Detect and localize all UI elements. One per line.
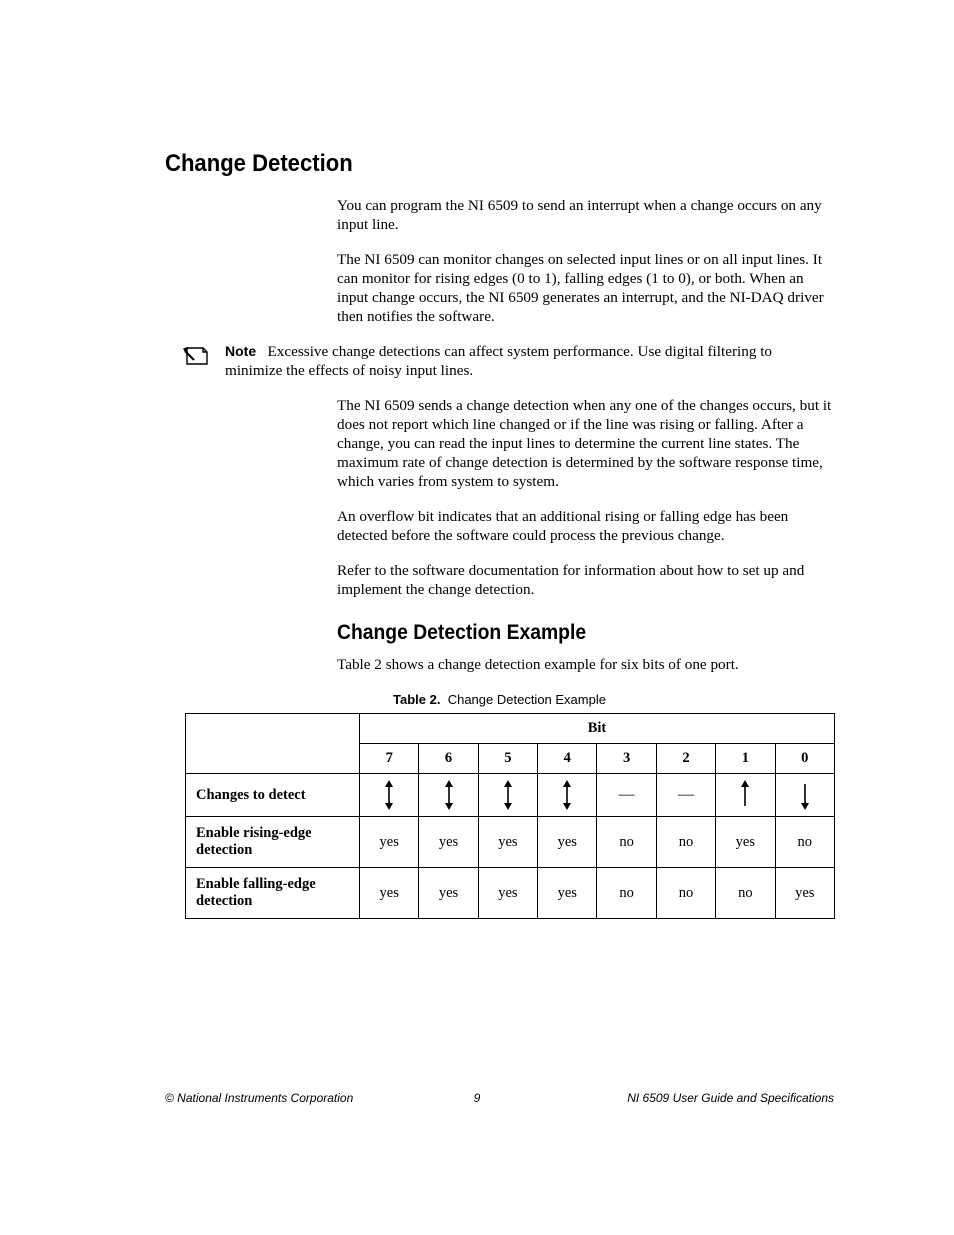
bit-header: 6 bbox=[419, 744, 478, 774]
section-heading: Change Detection bbox=[165, 150, 780, 178]
table-cell bbox=[360, 774, 419, 817]
table-cell: yes bbox=[775, 868, 834, 919]
table-cell: — bbox=[656, 774, 715, 817]
footer-page-number: 9 bbox=[0, 1091, 954, 1105]
table-cell: yes bbox=[478, 868, 537, 919]
table-corner bbox=[186, 714, 360, 774]
subsection-heading: Change Detection Example bbox=[337, 621, 794, 645]
table-cell: no bbox=[775, 817, 834, 868]
table-row: Enable rising-edge detectionyesyesyesyes… bbox=[186, 817, 835, 868]
table-cell: yes bbox=[716, 817, 775, 868]
table-caption: Table 2. Change Detection Example bbox=[165, 692, 834, 707]
table-cell: yes bbox=[360, 868, 419, 919]
table-caption-text: Change Detection Example bbox=[448, 692, 606, 707]
body-paragraph: Refer to the software documentation for … bbox=[337, 561, 837, 599]
body-paragraph: The NI 6509 can monitor changes on selec… bbox=[337, 250, 837, 326]
note-label: Note bbox=[225, 343, 256, 359]
table-cell: no bbox=[656, 868, 715, 919]
body-paragraph: Table 2 shows a change detection example… bbox=[337, 655, 837, 674]
table-cell: no bbox=[656, 817, 715, 868]
table-cell bbox=[775, 774, 834, 817]
row-label: Enable falling-edge detection bbox=[186, 868, 360, 919]
note-icon bbox=[165, 342, 225, 373]
table-cell: yes bbox=[419, 868, 478, 919]
table-row: Enable falling-edge detectionyesyesyesye… bbox=[186, 868, 835, 919]
row-label: Enable rising-edge detection bbox=[186, 817, 360, 868]
table-cell: yes bbox=[478, 817, 537, 868]
change-detection-table: Bit 76543210 Changes to detect——Enable r… bbox=[185, 713, 835, 919]
note-block: Note Excessive change detections can aff… bbox=[165, 342, 834, 380]
bit-header: 3 bbox=[597, 744, 656, 774]
table-cell: yes bbox=[538, 868, 597, 919]
body-paragraph: You can program the NI 6509 to send an i… bbox=[337, 196, 837, 234]
row-label: Changes to detect bbox=[186, 774, 360, 817]
table-cell bbox=[478, 774, 537, 817]
bit-header: 1 bbox=[716, 744, 775, 774]
bit-header: 2 bbox=[656, 744, 715, 774]
table-cell: — bbox=[597, 774, 656, 817]
bit-header: 0 bbox=[775, 744, 834, 774]
body-paragraph: The NI 6509 sends a change detection whe… bbox=[337, 396, 837, 491]
table-cell: no bbox=[597, 868, 656, 919]
bit-header: 5 bbox=[478, 744, 537, 774]
note-body: Excessive change detections can affect s… bbox=[225, 343, 772, 379]
table-cell: yes bbox=[419, 817, 478, 868]
table-cell bbox=[716, 774, 775, 817]
table-group-header: Bit bbox=[360, 714, 835, 744]
bit-header: 7 bbox=[360, 744, 419, 774]
table-caption-label: Table 2. bbox=[393, 692, 440, 707]
table-cell: no bbox=[716, 868, 775, 919]
page-footer: © National Instruments Corporation 9 NI … bbox=[0, 1091, 954, 1105]
bit-header: 4 bbox=[538, 744, 597, 774]
body-paragraph: An overflow bit indicates that an additi… bbox=[337, 507, 837, 545]
table-cell: no bbox=[597, 817, 656, 868]
table-cell bbox=[538, 774, 597, 817]
table-cell: yes bbox=[538, 817, 597, 868]
table-row: Changes to detect —— bbox=[186, 774, 835, 817]
note-text: Note Excessive change detections can aff… bbox=[225, 342, 834, 380]
table-cell: yes bbox=[360, 817, 419, 868]
table-cell bbox=[419, 774, 478, 817]
